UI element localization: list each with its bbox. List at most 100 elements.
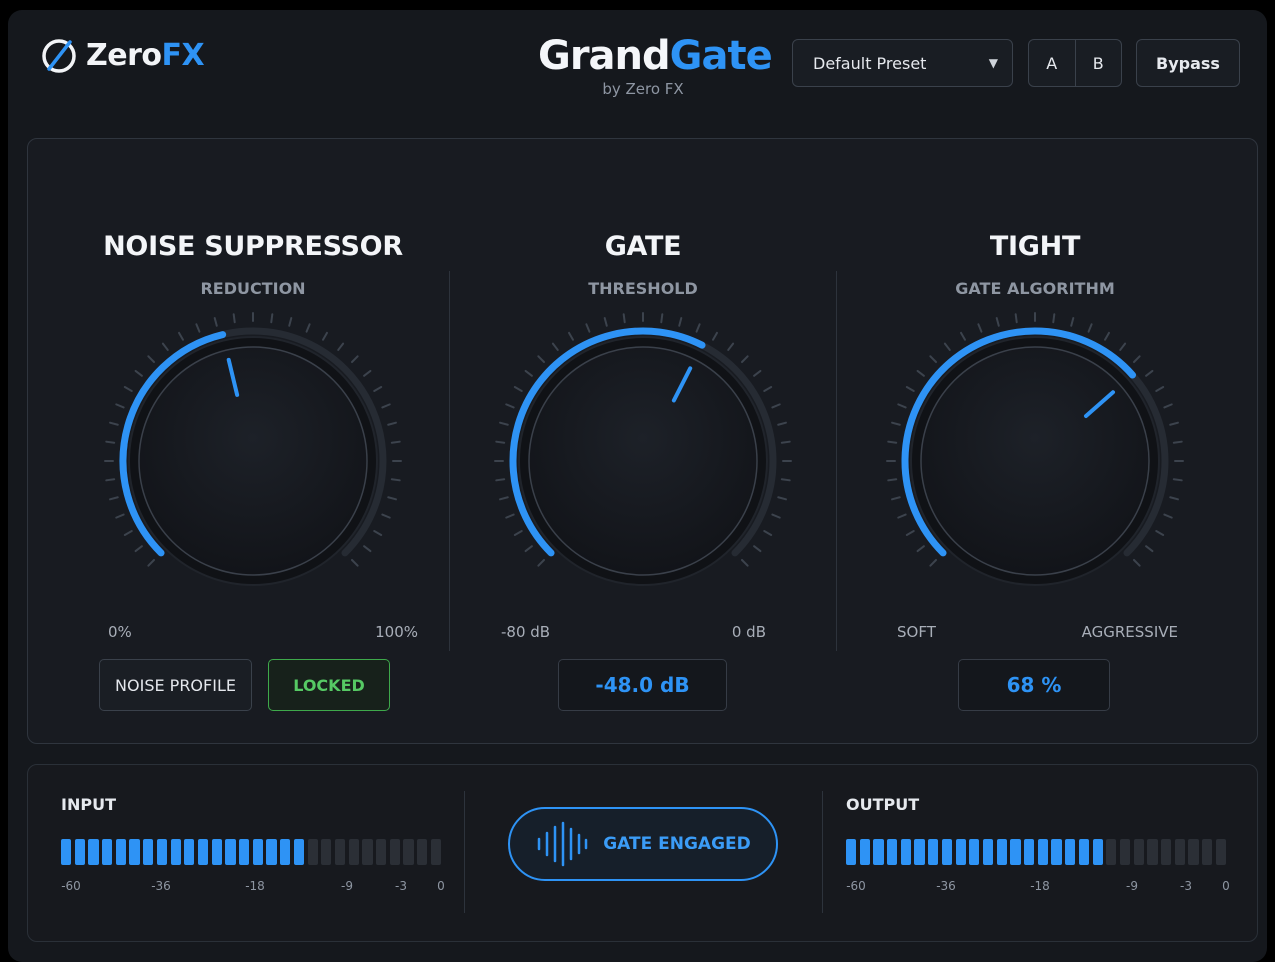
meter-segment <box>1037 839 1048 865</box>
meter-scale-label: -9 <box>1126 879 1138 893</box>
knob-tick <box>1155 530 1165 536</box>
meter-segment <box>225 839 236 865</box>
gate-engaged-button[interactable]: GATE ENGAGED <box>508 807 778 881</box>
knob-tick <box>115 513 125 519</box>
waveform-icon <box>537 821 588 867</box>
noise-profile-button[interactable]: NOISE PROFILE <box>99 659 252 711</box>
gate-algorithm-knob[interactable] <box>885 311 1185 611</box>
meter-segment <box>1202 839 1213 865</box>
knob-tick <box>916 369 925 377</box>
preset-dropdown[interactable]: Default Preset ▼ <box>792 39 1013 87</box>
meter-segment <box>143 839 154 865</box>
knob-tick <box>1132 558 1141 567</box>
knob-tick <box>1070 317 1075 327</box>
input-level-meter <box>61 839 441 865</box>
knob-tick <box>505 403 515 409</box>
b-button[interactable]: B <box>1074 40 1122 86</box>
meter-scale-label: 0 <box>437 879 445 893</box>
knob-tick <box>213 317 218 327</box>
knob-tick <box>1172 478 1183 482</box>
knob-tick <box>337 342 345 351</box>
meter-segment <box>334 839 346 865</box>
knob-tick <box>178 331 184 341</box>
title-main: GrandGate <box>538 32 773 80</box>
meter-segment <box>1119 839 1131 865</box>
meter-segment <box>1215 839 1226 865</box>
controls-panel: NOISE SUPPRESSOR REDUCTION 0% 100% NOISE… <box>27 138 1258 744</box>
logo-text-zero: Zero <box>86 37 162 73</box>
knob-face <box>528 346 758 576</box>
meter-scale-label: -60 <box>846 879 866 893</box>
meter-scale-label: -36 <box>936 879 956 893</box>
knob-tick <box>1145 545 1154 553</box>
meter-scale-label: 0 <box>1222 879 1230 893</box>
chevron-down-icon: ▼ <box>988 56 998 70</box>
knob-tick <box>387 496 397 501</box>
knob-tick <box>551 342 559 351</box>
knob-tick <box>147 355 156 364</box>
meter-segment <box>430 839 441 865</box>
meter-segment <box>1024 839 1035 865</box>
meter-scale-label: -18 <box>245 879 265 893</box>
knob-tick <box>891 496 901 501</box>
knob-tick <box>288 317 293 327</box>
meter-segment <box>129 839 140 865</box>
meter-scale-label: -18 <box>1030 879 1050 893</box>
meter-segment <box>1106 839 1117 865</box>
knob-tick <box>105 440 116 444</box>
knob-tick <box>887 478 898 482</box>
a-button[interactable]: A <box>1029 40 1075 86</box>
knob-tick <box>305 323 311 333</box>
preset-value: Default Preset <box>813 53 927 73</box>
meter-segment <box>1188 839 1199 865</box>
knob-tick <box>390 440 401 444</box>
knob-tick <box>381 403 391 409</box>
knob-tick <box>1052 313 1056 324</box>
section-subtitle: REDUCTION <box>200 279 306 298</box>
knob-tick <box>678 317 683 327</box>
meter-segment <box>211 839 222 865</box>
knob-tick <box>585 323 591 333</box>
meter-segment <box>102 839 113 865</box>
locked-button[interactable]: LOCKED <box>268 659 390 711</box>
meter-scale-label: -3 <box>1180 879 1192 893</box>
meter-segment <box>389 839 400 865</box>
knob-tick <box>929 558 938 567</box>
meter-segment <box>955 839 966 865</box>
bypass-button[interactable]: Bypass <box>1136 39 1240 87</box>
meter-segment <box>197 839 209 865</box>
knob-tick <box>115 403 125 409</box>
knob-tick <box>916 545 925 553</box>
knob-tick <box>270 313 274 324</box>
meter-segment <box>293 839 305 865</box>
section-title: NOISE SUPPRESSOR <box>103 231 403 262</box>
knob-tick <box>390 478 401 482</box>
knob-tick <box>513 386 523 392</box>
ab-compare: A B <box>1028 39 1122 87</box>
knob-tick <box>109 496 119 501</box>
knob-tick <box>134 545 143 553</box>
output-level-meter <box>846 839 1226 865</box>
meter-segment <box>982 839 994 865</box>
knob-tick <box>753 545 762 553</box>
zerofx-logo-icon <box>42 39 76 73</box>
algorithm-value[interactable]: 68 % <box>958 659 1110 711</box>
threshold-knob[interactable] <box>493 311 793 611</box>
meter-segment <box>1092 839 1103 865</box>
knob-tick <box>1169 496 1179 501</box>
meter-segment <box>887 839 898 865</box>
meter-segment <box>280 839 291 865</box>
divider <box>822 791 823 913</box>
threshold-value[interactable]: -48.0 dB <box>558 659 727 711</box>
knob-tick <box>1104 331 1110 341</box>
reduction-knob[interactable] <box>103 311 403 611</box>
knob-tick <box>943 342 951 351</box>
section-subtitle: THRESHOLD <box>588 279 698 298</box>
meter-segment <box>61 839 72 865</box>
meter-scale-label: -3 <box>395 879 407 893</box>
meter-segment <box>266 839 277 865</box>
meter-segment <box>156 839 168 865</box>
product-title: GrandGate by Zero FX <box>538 32 773 98</box>
meter-segment <box>362 839 373 865</box>
knob-tick <box>712 331 718 341</box>
